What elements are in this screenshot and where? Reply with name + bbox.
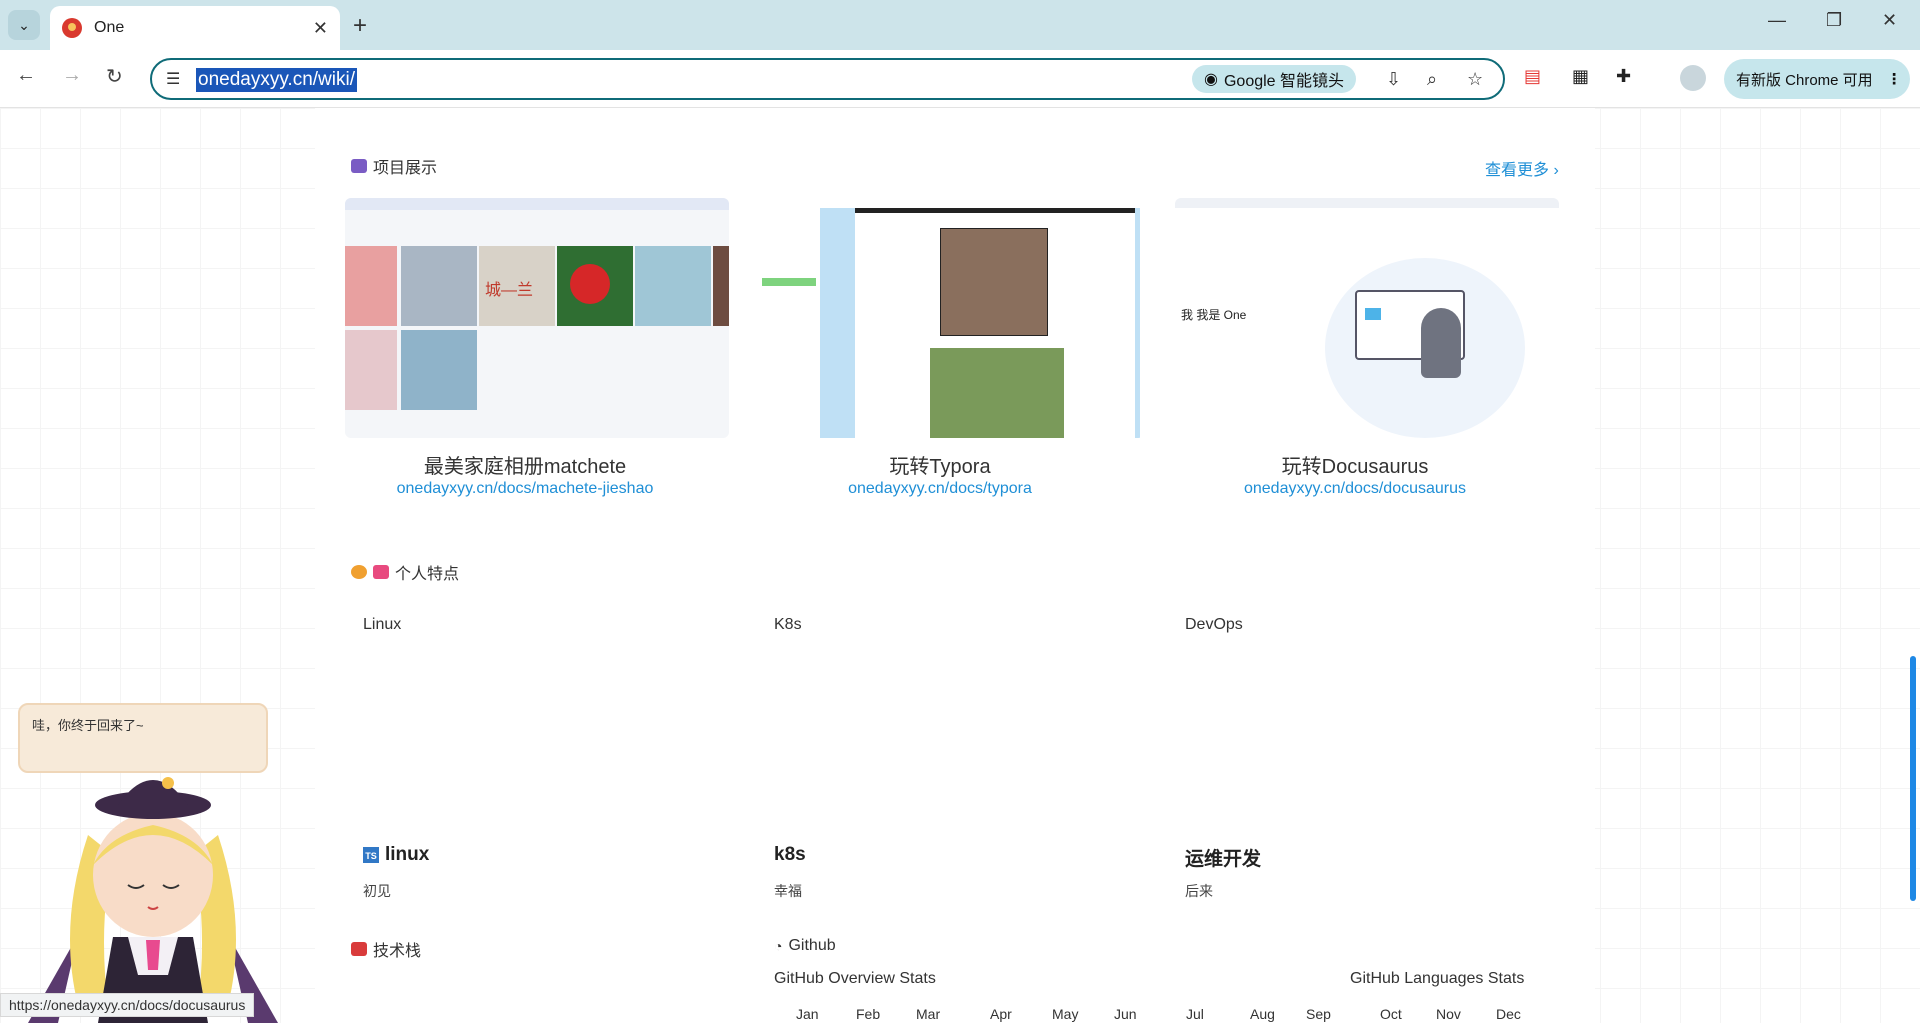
tech-stack-heading: 技术栈: [351, 937, 421, 961]
reload-icon[interactable]: ↻: [106, 64, 123, 89]
restore-icon[interactable]: ❐: [1826, 10, 1842, 31]
month-label: Sep: [1306, 1006, 1331, 1022]
feature-title-k8s: k8s: [774, 844, 806, 865]
project-thumbnail-docusaurus: 我 我是 One: [1175, 198, 1559, 438]
month-label: Aug: [1250, 1006, 1275, 1022]
feature-desc-k8s: 幸福: [774, 883, 802, 899]
link-status-bar: https://onedayxyy.cn/docs/docusaurus: [0, 993, 255, 1017]
projects-heading-text: 项目展示: [373, 160, 438, 177]
extensions-puzzle-icon[interactable]: ✚: [1616, 66, 1631, 87]
month-label: Jun: [1114, 1006, 1137, 1022]
tech-stack-heading-text: 技术栈: [373, 943, 422, 960]
lens-label: Google 智能镜头: [1223, 73, 1345, 90]
project-title[interactable]: 最美家庭相册matchete: [315, 450, 735, 479]
cat-emoji-icon: [351, 565, 367, 579]
thumb-greeting-text: 我 我是 One: [1181, 308, 1247, 322]
page-background: 项目展示 查看更多 › 城—兰 最美家庭相册matchete onedayxyy…: [0, 108, 1920, 1023]
camera-icon: ◉: [1204, 71, 1218, 88]
month-label: Jul: [1186, 1006, 1204, 1022]
bookmark-star-icon[interactable]: ☆: [1467, 69, 1483, 90]
mascot-speech-text: 哇，你终于回来了~: [32, 718, 144, 733]
github-heading: ◔ Github: [774, 937, 836, 955]
project-title[interactable]: 玩转Docusaurus: [1145, 450, 1565, 479]
page-scrollbar[interactable]: [1910, 656, 1916, 901]
site-favicon-icon: [62, 18, 82, 38]
rocket-emoji-icon: [373, 565, 389, 579]
project-card-docusaurus[interactable]: 我 我是 One 玩转Docusaurus onedayxyy.cn/docs/…: [1145, 198, 1559, 528]
minimize-icon[interactable]: —: [1768, 10, 1786, 31]
features-heading-text: 个人特点: [395, 566, 460, 583]
feature-title-devops: 运维开发: [1185, 849, 1262, 870]
github-heading-text: Github: [788, 937, 836, 954]
project-title[interactable]: 玩转Typora: [730, 450, 1150, 479]
tab-search-button[interactable]: ⌄: [8, 10, 40, 40]
month-label: May: [1052, 1006, 1079, 1022]
projects-heading: 项目展示: [351, 154, 437, 178]
github-languages-alt: GitHub Languages Stats: [1350, 970, 1525, 987]
toolbox-emoji-icon: [351, 942, 367, 956]
main-content: 项目展示 查看更多 › 城—兰 最美家庭相册matchete onedayxyy…: [315, 108, 1595, 1023]
project-card-typora[interactable]: 玩转Typora onedayxyy.cn/docs/typora: [730, 198, 1144, 528]
forward-icon[interactable]: →: [62, 64, 82, 87]
github-overview-alt: GitHub Overview Stats: [774, 970, 936, 987]
k8s-image-alt: K8s: [774, 616, 802, 633]
extension-red-icon[interactable]: ▤: [1524, 66, 1541, 87]
close-window-icon[interactable]: ✕: [1882, 10, 1897, 31]
tab-close-icon[interactable]: ✕: [313, 18, 328, 39]
url-text[interactable]: onedayxyy.cn/wiki/: [196, 68, 357, 92]
back-icon[interactable]: ←: [16, 64, 36, 87]
chrome-update-button[interactable]: 有新版 Chrome 可用 ⋮: [1724, 59, 1910, 99]
site-info-icon[interactable]: ☰: [166, 69, 180, 89]
project-card-matchete[interactable]: 城—兰 最美家庭相册matchete onedayxyy.cn/docs/mac…: [315, 198, 729, 528]
feature-desc-linux: 初见: [363, 883, 391, 899]
feature-title-text: linux: [385, 844, 430, 865]
feature-desc-devops: 后来: [1185, 883, 1213, 899]
project-thumbnail-matchete: 城—兰: [345, 198, 729, 438]
month-label: Oct: [1380, 1006, 1402, 1022]
address-bar[interactable]: ☰ onedayxyy.cn/wiki/ ◉ Google 智能镜头 ⇩ ⌕ ☆: [150, 58, 1505, 100]
zoom-icon[interactable]: ⌕: [1427, 69, 1437, 90]
feature-title-linux: TS linux: [363, 844, 429, 866]
project-link[interactable]: onedayxyy.cn/docs/docusaurus: [1145, 480, 1565, 498]
new-tab-button[interactable]: +: [353, 12, 367, 40]
month-label: Dec: [1496, 1006, 1521, 1022]
month-label: Apr: [990, 1006, 1012, 1022]
month-label: Nov: [1436, 1006, 1461, 1022]
mascot-speech-bubble: 哇，你终于回来了~: [18, 703, 268, 773]
thumb-banner-text: 城—兰: [479, 246, 555, 326]
devops-image-alt: DevOps: [1185, 616, 1243, 633]
month-label: Jan: [796, 1006, 819, 1022]
project-link[interactable]: onedayxyy.cn/docs/typora: [730, 480, 1150, 498]
project-thumbnail-typora: [760, 198, 1144, 438]
month-label: Feb: [856, 1006, 881, 1022]
status-url-text: https://onedayxyy.cn/docs/docusaurus: [9, 997, 246, 1013]
calendar-emoji-icon: [351, 159, 367, 173]
tab-title: One: [94, 19, 125, 36]
more-menu-icon[interactable]: ⋮: [1887, 70, 1902, 88]
profile-avatar-icon[interactable]: [1680, 65, 1706, 91]
month-label: Mar: [916, 1006, 941, 1022]
project-link[interactable]: onedayxyy.cn/docs/machete-jieshao: [315, 480, 735, 498]
typescript-icon: TS: [363, 847, 379, 863]
tab-strip: ⌄ One ✕ + — ❐ ✕: [0, 0, 1920, 50]
browser-toolbar: ← → ↻ ☰ onedayxyy.cn/wiki/ ◉ Google 智能镜头…: [0, 50, 1920, 108]
active-tab[interactable]: One ✕: [50, 6, 340, 50]
chevron-down-icon: ⌄: [18, 16, 30, 33]
view-more-link[interactable]: 查看更多 ›: [1485, 156, 1559, 180]
linux-image-alt: Linux: [363, 616, 402, 633]
github-icon: ◔: [774, 938, 783, 954]
install-app-icon[interactable]: ⇩: [1386, 69, 1401, 90]
google-lens-button[interactable]: ◉ Google 智能镜头: [1192, 65, 1357, 93]
features-heading: 个人特点: [351, 560, 459, 584]
anime-mascot-character[interactable]: [18, 765, 288, 1023]
update-label: 有新版 Chrome 可用: [1736, 71, 1873, 89]
qr-code-icon[interactable]: ▦: [1572, 66, 1589, 87]
